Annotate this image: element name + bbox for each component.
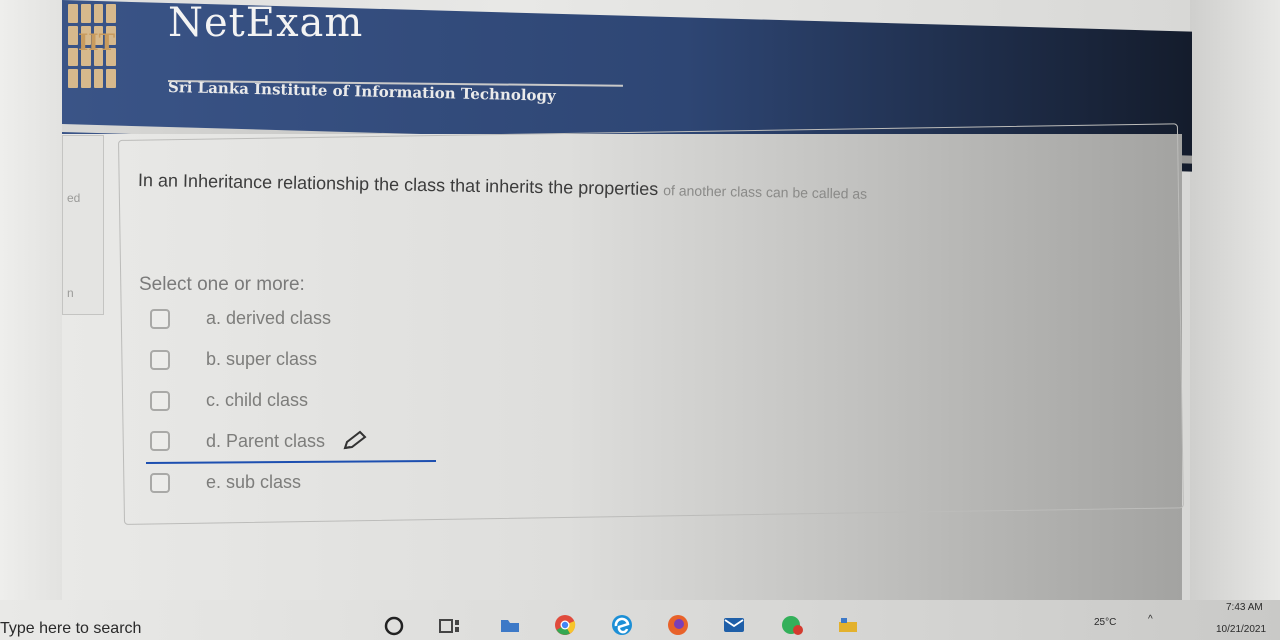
task-view-icon[interactable] [438, 614, 462, 636]
screen-bezel-left [0, 0, 64, 600]
checkbox[interactable] [150, 349, 170, 370]
option-d[interactable]: d. Parent class [150, 430, 369, 452]
nav-item-2[interactable]: n [67, 286, 74, 300]
chrome-icon[interactable] [553, 614, 577, 636]
explorer-icon[interactable] [836, 614, 860, 636]
option-label: c. child class [206, 390, 309, 410]
clock-date[interactable]: 10/21/2021 [1216, 624, 1266, 635]
option-c[interactable]: c. child class [150, 390, 308, 411]
clock-time[interactable]: 7:43 AM [1226, 602, 1263, 613]
checkbox[interactable] [150, 472, 170, 493]
logo-text: IIT [78, 30, 115, 56]
firefox-icon[interactable] [666, 614, 690, 636]
question-text-faded: of another class can be called as [663, 182, 868, 202]
folder-icon[interactable] [498, 614, 522, 636]
checkbox[interactable] [150, 390, 170, 411]
whatsapp-icon[interactable] [780, 614, 804, 636]
iit-logo: IIT [64, 0, 120, 92]
tray-overflow-icon[interactable]: ^ [1148, 614, 1153, 625]
quiz-navigation: ed n [62, 135, 104, 315]
screen-bezel-right [1190, 0, 1280, 600]
checkbox[interactable] [150, 308, 170, 329]
pencil-icon [343, 430, 367, 450]
option-label: d. Parent class [206, 430, 326, 451]
windows-taskbar [0, 600, 1280, 640]
taskbar-search[interactable]: Type here to search [0, 620, 141, 638]
option-a[interactable]: a. derived class [150, 308, 331, 329]
mail-icon[interactable] [722, 614, 746, 636]
cortana-icon[interactable] [382, 614, 406, 636]
option-b[interactable]: b. super class [150, 349, 317, 370]
option-label: b. super class [206, 349, 318, 369]
select-hint: Select one or more: [139, 274, 305, 295]
option-e[interactable]: e. sub class [150, 472, 301, 493]
site-brand[interactable]: NetExam [168, 0, 363, 46]
option-label: e. sub class [206, 472, 302, 492]
weather-readout[interactable]: 25°C [1094, 617, 1116, 628]
edge-icon[interactable] [610, 614, 634, 636]
nav-item-1[interactable]: ed [67, 191, 80, 205]
option-label: a. derived class [206, 308, 332, 328]
checkbox[interactable] [150, 431, 170, 451]
